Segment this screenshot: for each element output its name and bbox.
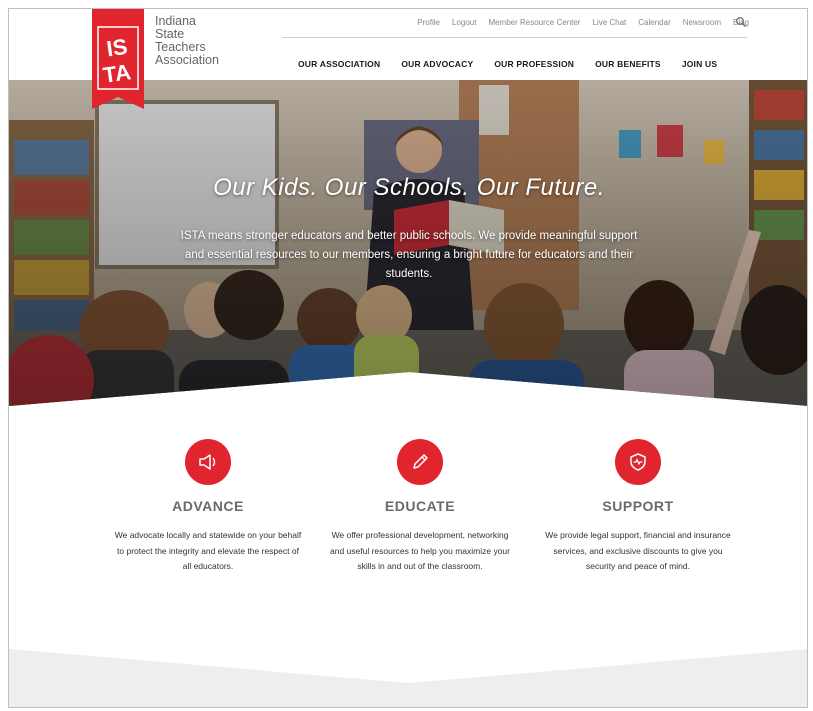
utility-nav: Profile Logout Member Resource Center Li… <box>417 18 749 27</box>
feature-support: SUPPORT We provide legal support, financ… <box>543 439 733 575</box>
nav-our-association[interactable]: OUR ASSOCIATION <box>298 59 380 69</box>
org-name-line: Association <box>155 53 219 67</box>
header-divider <box>282 37 747 38</box>
feature-text: We provide legal support, financial and … <box>545 530 731 571</box>
util-link-profile[interactable]: Profile <box>417 18 440 27</box>
util-link-logout[interactable]: Logout <box>452 18 476 27</box>
feature-advance: ADVANCE We advocate locally and statewid… <box>113 439 303 575</box>
nav-our-advocacy[interactable]: OUR ADVOCACY <box>401 59 473 69</box>
search-icon[interactable] <box>735 16 747 28</box>
feature-title: EDUCATE <box>384 498 456 514</box>
nav-our-benefits[interactable]: OUR BENEFITS <box>595 59 661 69</box>
hero-title: Our Kids. Our Schools. Our Future. <box>213 174 605 201</box>
hero-description: ISTA means stronger educators and better… <box>180 230 638 280</box>
util-link-calendar[interactable]: Calendar <box>638 18 670 27</box>
util-link-live-chat[interactable]: Live Chat <box>592 18 626 27</box>
util-link-member-resource-center[interactable]: Member Resource Center <box>488 18 580 27</box>
feature-text: We offer professional development, netwo… <box>329 530 510 571</box>
svg-text:IS: IS <box>105 34 129 62</box>
svg-text:TA: TA <box>101 59 132 88</box>
shield-pulse-icon[interactable] <box>615 439 661 485</box>
util-link-newsroom[interactable]: Newsroom <box>683 18 721 27</box>
ista-logo-icon: IS TA <box>92 9 144 109</box>
hero-banner: Our Kids. Our Schools. Our Future. ISTA … <box>9 80 807 410</box>
feature-educate: EDUCATE We offer professional developmen… <box>325 439 515 575</box>
nav-our-profession[interactable]: OUR PROFESSION <box>494 59 574 69</box>
pencil-icon[interactable] <box>397 439 443 485</box>
main-nav: OUR ASSOCIATION OUR ADVOCACY OUR PROFESS… <box>298 59 717 69</box>
browser-page: Indiana State Teachers Association Profi… <box>8 8 808 708</box>
ista-logo[interactable]: IS TA <box>92 9 144 109</box>
section-divider-band <box>9 649 807 707</box>
feature-title: SUPPORT <box>602 498 674 514</box>
feature-title: ADVANCE <box>172 498 244 514</box>
feature-text: We advocate locally and statewide on you… <box>114 530 302 571</box>
nav-join-us[interactable]: JOIN US <box>682 59 717 69</box>
org-name[interactable]: Indiana State Teachers Association <box>155 15 219 67</box>
feature-section: ADVANCE We advocate locally and statewid… <box>9 439 807 639</box>
megaphone-icon[interactable] <box>185 439 231 485</box>
